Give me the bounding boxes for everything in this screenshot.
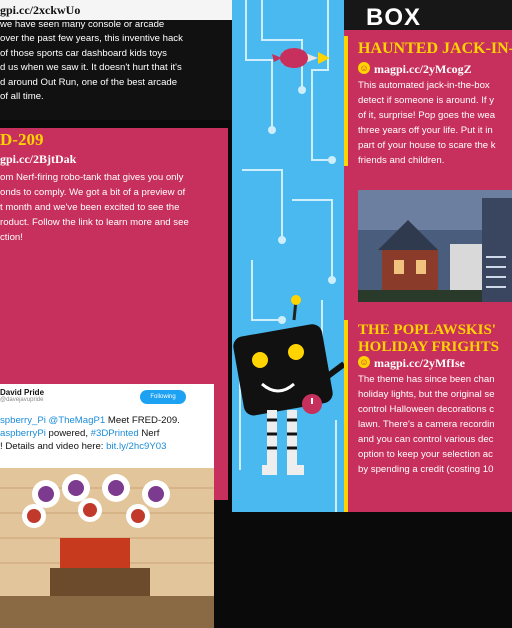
outrun-link[interactable]: gpi.cc/2xckwUo [0, 0, 232, 20]
outrun-line: d us when we saw it. It doesn't hurt tha… [0, 62, 182, 74]
tweet-mention[interactable]: spberry_Pi @TheMagP1 [0, 415, 105, 426]
tweet-text-fragment: Meet FRED-209. [105, 415, 180, 426]
poplawskis-line: control Halloween decorations c [358, 404, 494, 415]
tweet-text-fragment: Nerf [138, 428, 160, 439]
fred-line: onds to comply. We got a bit of a previe… [0, 187, 186, 198]
poplawskis-line: holiday lights, but the original se [358, 389, 495, 400]
fred-body: om Nerf-firing robo-tank that gives you … [0, 170, 222, 245]
follow-button[interactable]: Following [140, 390, 186, 404]
tweet-link[interactable]: bit.ly/2hc9Y03 [106, 441, 166, 452]
outrun-line: over the past few years, this inventive … [0, 33, 183, 45]
haunted-house-image [358, 190, 512, 302]
tweet-text-fragment: ! Details and video here: [0, 441, 107, 452]
accent-bar [344, 36, 348, 166]
outrun-line: of all time. [0, 91, 44, 103]
tweet-embed: David Pride @davejavupride Following spb… [0, 384, 214, 628]
fred-link[interactable]: gpi.cc/2BjtDak [0, 152, 76, 167]
fred-line: om Nerf-firing robo-tank that gives you … [0, 172, 184, 183]
fred-line: t month and we've been excited to see th… [0, 202, 180, 213]
haunted-line: three years off your life. Put it in [358, 125, 493, 136]
haunted-body: This automated jack-in-the-box detect if… [358, 78, 512, 168]
tweet-mention[interactable]: aspberryPi [0, 428, 46, 439]
outrun-article: gpi.cc/2xckwUo we have seen many console… [0, 0, 232, 120]
link-icon: ☺ [358, 356, 370, 368]
haunted-line: friends and children. [358, 155, 445, 166]
box-heading: BOX [366, 4, 422, 31]
poplawskis-link[interactable]: magpi.cc/2yMfIse [374, 356, 465, 371]
outrun-line: we have seen many console or arcade [0, 19, 165, 30]
circuit-strip [232, 0, 344, 512]
haunted-line: This automated jack-in-the-box [358, 80, 490, 91]
haunted-line: of it, surprise! Pop goes the wea [358, 110, 496, 121]
outrun-line: d around Out Run, one of the best arcade [0, 76, 178, 88]
tweet-line: ! Details and video here: bit.ly/2hc9Y03 [0, 440, 212, 453]
tweet-author-handle: @davejavupride [0, 397, 44, 403]
haunted-line: part of your house to scare the k [358, 140, 496, 151]
tweet-photo-image [0, 468, 214, 628]
tweet-text-fragment: powered, [45, 428, 91, 439]
fred-line: ction! [0, 232, 23, 243]
poplawskis-title-line: HOLIDAY FRIGHTS [358, 339, 500, 355]
haunted-house-screenshot[interactable] [358, 190, 512, 302]
link-icon: ☺ [358, 62, 370, 74]
poplawskis-line: by spending a credit (costing 10 [358, 464, 494, 475]
tweet-text: spberry_Pi @TheMagP1 Meet FRED-209. aspb… [0, 414, 212, 453]
accent-bar [344, 320, 348, 512]
poplawskis-title: THE POPLAWSKIS' HOLIDAY FRIGHTS [358, 322, 499, 356]
fred-line: roduct. Follow the link to learn more an… [0, 217, 189, 228]
haunted-line: detect if someone is around. If y [358, 95, 494, 106]
tweet-line: spberry_Pi @TheMagP1 Meet FRED-209. [0, 414, 212, 427]
tweet-line: aspberryPi powered, #3DPrinted Nerf [0, 427, 212, 440]
tweet-author-name: David Pride [0, 388, 45, 397]
fred-title: D-209 [0, 130, 44, 149]
tweet-photo[interactable] [0, 468, 214, 628]
circuit-illustration [232, 0, 344, 512]
poplawskis-body: The theme has since been chan holiday li… [358, 372, 512, 477]
poplawskis-line: option to keep your selection ac [358, 449, 493, 460]
poplawskis-line: The theme has since been chan [358, 374, 495, 385]
haunted-title: HAUNTED JACK-IN-T [358, 40, 512, 57]
haunted-link[interactable]: magpi.cc/2yMcogZ [374, 62, 472, 77]
fred-card: D-209 gpi.cc/2BjtDak om Nerf-firing robo… [0, 128, 228, 628]
poplawskis-line: and you can control various dec [358, 434, 494, 445]
poplawskis-line: lawn. There's a camera recordin [358, 419, 495, 430]
outrun-body: we have seen many console or arcade over… [0, 18, 228, 104]
tweet-hashtag[interactable]: #3DPrinted [91, 428, 139, 439]
poplawskis-title-line: THE POPLAWSKIS' [358, 322, 496, 338]
outrun-line: of those sports car dashboard kids toys [0, 47, 167, 59]
